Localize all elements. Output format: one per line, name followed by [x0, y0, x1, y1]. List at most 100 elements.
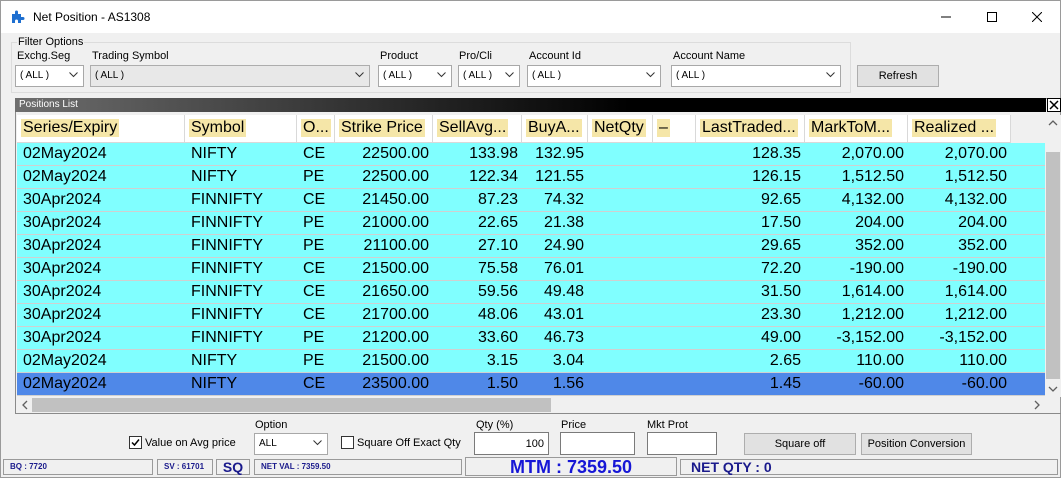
cell-realized: 4,132.00	[944, 191, 1007, 208]
status-net-val: NET VAL : 7359.50	[254, 459, 462, 475]
table-row[interactable]: 30Apr2024 FINNIFTY PE 21000.00 22.65 21.38 17.…	[17, 212, 1045, 235]
cell-sell-avg: 87.23	[477, 191, 518, 208]
status-mtm: MTM : 7359.50	[465, 457, 677, 477]
cell-symbol: NIFTY	[191, 375, 238, 392]
cell-symbol: FINNIFTY	[191, 306, 263, 323]
title-bar[interactable]: Net Position - AS1308	[1, 1, 1060, 33]
cell-symbol: NIFTY	[191, 352, 238, 369]
column-header-label: LastTraded...	[700, 119, 798, 137]
refresh-button[interactable]: Refresh	[857, 65, 939, 87]
horizontal-scroll-thumb[interactable]	[32, 398, 551, 412]
scroll-up-icon[interactable]	[1045, 115, 1061, 131]
cell-series-expiry: 30Apr2024	[23, 283, 102, 300]
column-header-col-extra[interactable]: –	[653, 115, 696, 143]
position-conversion-button[interactable]: Position Conversion	[861, 433, 972, 455]
maximize-button[interactable]	[969, 1, 1015, 33]
column-header-strike-price[interactable]: Strike Price	[335, 115, 433, 143]
chevron-down-icon	[313, 440, 322, 446]
positions-list-close-button[interactable]	[1047, 98, 1061, 112]
cell-mark-to-market: -60.00	[858, 375, 904, 392]
positions-grid[interactable]: Series/Expiry Symbol O... Strike Price SellA…	[17, 115, 1045, 397]
cell-sell-avg: 75.58	[477, 260, 518, 277]
filter-options-title: Filter Options	[17, 36, 85, 48]
column-header-label: Symbol	[189, 119, 247, 137]
chevron-down-icon	[826, 72, 835, 78]
column-header-buy-avg[interactable]: BuyA...	[522, 115, 588, 143]
chevron-down-icon	[355, 72, 364, 78]
cell-strike-price: 21200.00	[362, 329, 429, 346]
exchg-seg-select[interactable]: ( ALL )	[15, 65, 84, 87]
column-header-option-type[interactable]: O...	[297, 115, 335, 143]
close-button[interactable]	[1014, 1, 1060, 33]
cell-strike-price: 21650.00	[362, 283, 429, 300]
cell-buy-avg: 46.73	[543, 329, 584, 346]
cell-last-traded: 72.20	[760, 260, 801, 277]
square-off-exact-qty-checkbox[interactable]	[341, 436, 354, 449]
mkt-prot-label: Mkt Prot	[647, 419, 688, 431]
column-header-symbol[interactable]: Symbol	[185, 115, 297, 143]
product-label: Product	[380, 50, 418, 62]
value-on-avg-checkbox[interactable]	[129, 436, 142, 449]
table-row[interactable]: 02May2024 NIFTY CE 22500.00 133.98 132.95 128.…	[17, 143, 1045, 166]
cell-mark-to-market: 1,614.00	[841, 283, 904, 300]
table-row[interactable]: 30Apr2024 FINNIFTY PE 21100.00 27.10 24.90 29.…	[17, 235, 1045, 258]
close-icon	[1049, 100, 1059, 110]
table-row[interactable]: 30Apr2024 FINNIFTY CE 21500.00 75.58 76.01 72.…	[17, 258, 1045, 281]
qty-input[interactable]: 100	[474, 432, 549, 455]
column-header-realized[interactable]: Realized ...	[908, 115, 1011, 143]
cell-option-type: PE	[303, 352, 325, 369]
option-select[interactable]: ALL	[254, 433, 328, 455]
table-row[interactable]: 30Apr2024 FINNIFTY CE 21650.00 59.56 49.48 31.…	[17, 281, 1045, 304]
column-header-series-expiry[interactable]: Series/Expiry	[17, 115, 185, 143]
scroll-right-icon[interactable]	[1029, 397, 1045, 413]
table-row[interactable]: 02May2024 NIFTY CE 23500.00 1.50 1.56 1.45 -60.…	[17, 373, 1045, 396]
option-value: ALL	[259, 438, 277, 449]
cell-sell-avg: 3.15	[486, 352, 518, 369]
scroll-down-icon[interactable]	[1045, 381, 1061, 397]
table-row[interactable]: 30Apr2024 FINNIFTY CE 21450.00 87.23 74.32 92.…	[17, 189, 1045, 212]
table-row[interactable]: 02May2024 NIFTY PE 22500.00 122.34 121.55 126.…	[17, 166, 1045, 189]
scroll-left-icon[interactable]	[17, 397, 33, 413]
price-input[interactable]	[560, 432, 635, 455]
vertical-scroll-thumb[interactable]	[1046, 152, 1060, 379]
table-row[interactable]: 02May2024 NIFTY PE 21500.00 3.15 3.04 2.65 110.…	[17, 350, 1045, 373]
minimize-icon	[941, 16, 951, 18]
cell-sell-avg: 59.56	[477, 283, 518, 300]
cell-buy-avg: 132.95	[535, 145, 584, 162]
product-select[interactable]: ( ALL )	[378, 65, 452, 87]
cell-last-traded: 17.50	[760, 214, 801, 231]
cell-strike-price: 22500.00	[362, 168, 429, 185]
column-header-net-qty[interactable]: NetQty	[588, 115, 653, 143]
trading-symbol-select[interactable]: ( ALL )	[90, 65, 370, 87]
table-row[interactable]: 30Apr2024 FINNIFTY PE 21200.00 33.60 46.73 49.…	[17, 327, 1045, 350]
cell-option-type: CE	[303, 260, 326, 277]
positions-list-title: Positions List	[19, 99, 78, 110]
column-header-sell-avg[interactable]: SellAvg...	[433, 115, 522, 143]
column-header-mark-to-market[interactable]: MarkToM...	[805, 115, 908, 143]
cell-last-traded: 126.15	[752, 168, 801, 185]
cell-option-type: CE	[303, 191, 326, 208]
cell-buy-avg: 49.48	[543, 283, 584, 300]
mkt-prot-input[interactable]	[647, 432, 717, 455]
column-header-last-traded[interactable]: LastTraded...	[696, 115, 805, 143]
cell-sell-avg: 1.50	[486, 375, 518, 392]
minimize-button[interactable]	[923, 1, 969, 33]
pro-cli-label: Pro/Cli	[459, 50, 493, 62]
value-on-avg-label: Value on Avg price	[145, 437, 236, 449]
square-off-button[interactable]: Square off	[744, 433, 856, 455]
checkmark-icon	[131, 439, 140, 447]
account-id-select[interactable]: ( ALL )	[527, 65, 661, 87]
column-header-label: Realized ...	[912, 119, 997, 137]
option-label: Option	[255, 419, 288, 431]
account-name-label: Account Name	[673, 50, 746, 62]
table-row[interactable]: 30Apr2024 FINNIFTY CE 21700.00 48.06 43.01 23.…	[17, 304, 1045, 327]
cell-symbol: FINNIFTY	[191, 237, 263, 254]
cell-buy-avg: 3.04	[552, 352, 584, 369]
cell-strike-price: 21700.00	[362, 306, 429, 323]
account-name-value: ( ALL )	[676, 70, 706, 81]
account-name-select[interactable]: ( ALL )	[671, 65, 841, 87]
maximize-icon	[987, 12, 997, 22]
pro-cli-select[interactable]: ( ALL )	[458, 65, 520, 87]
cell-last-traded: 29.65	[760, 237, 801, 254]
column-header-label: Strike Price	[339, 119, 425, 137]
